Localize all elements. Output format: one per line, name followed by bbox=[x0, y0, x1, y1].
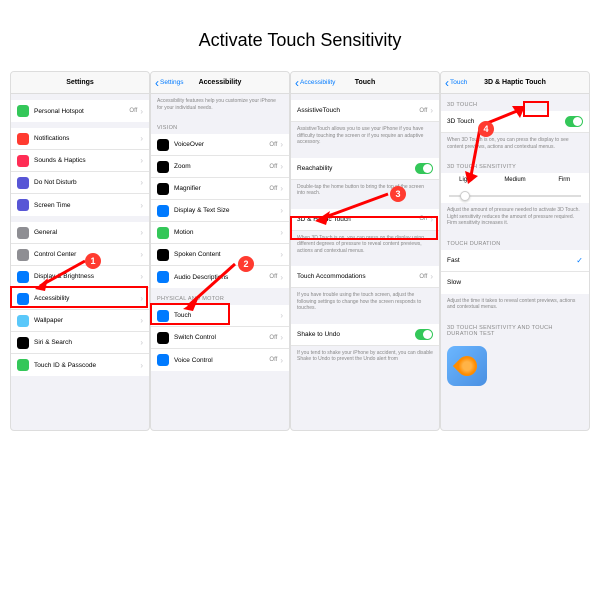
chevron-icon: › bbox=[140, 228, 143, 237]
chevron-icon: › bbox=[430, 106, 433, 115]
accessibility-panel: Settings Accessibility Accessibility fea… bbox=[150, 71, 290, 431]
row-icon bbox=[157, 161, 169, 173]
page-title: Activate Touch Sensitivity bbox=[0, 0, 600, 71]
row-icon bbox=[17, 315, 29, 327]
badge-2: 2 bbox=[238, 256, 254, 272]
chevron-icon: › bbox=[140, 178, 143, 187]
duration-row[interactable]: Fast✓ bbox=[441, 250, 589, 272]
chevron-icon: › bbox=[140, 316, 143, 325]
badge-3: 3 bbox=[390, 186, 406, 202]
chevron-icon: › bbox=[280, 311, 283, 320]
row-icon bbox=[17, 359, 29, 371]
settings-row[interactable]: VoiceOverOff› bbox=[151, 134, 289, 156]
toggle-icon[interactable] bbox=[565, 116, 583, 127]
header-settings: Settings bbox=[11, 72, 149, 94]
chevron-icon: › bbox=[280, 356, 283, 365]
chevron-icon: › bbox=[280, 184, 283, 193]
back-button[interactable]: Accessibility bbox=[295, 76, 335, 90]
row-icon bbox=[157, 139, 169, 151]
toggle-icon[interactable] bbox=[415, 163, 433, 174]
arrow-3 bbox=[310, 191, 390, 226]
row-icon bbox=[17, 133, 29, 145]
chevron-icon: › bbox=[140, 201, 143, 210]
sensitivity-slider[interactable] bbox=[441, 187, 589, 203]
settings-row[interactable]: General› bbox=[11, 222, 149, 244]
settings-row[interactable]: Shake to Undo bbox=[291, 324, 439, 346]
duration-row[interactable]: Slow bbox=[441, 272, 589, 294]
settings-row[interactable]: ZoomOff› bbox=[151, 156, 289, 178]
chevron-icon: › bbox=[140, 134, 143, 143]
back-button[interactable]: Settings bbox=[155, 76, 184, 90]
settings-row[interactable]: Motion› bbox=[151, 222, 289, 244]
chevron-icon: › bbox=[140, 361, 143, 370]
chevron-icon: › bbox=[280, 333, 283, 342]
row-icon bbox=[17, 337, 29, 349]
check-icon: ✓ bbox=[576, 256, 583, 265]
toggle-icon[interactable] bbox=[415, 329, 433, 340]
header-3d-haptic: Touch 3D & Haptic Touch bbox=[441, 72, 589, 94]
chevron-icon: › bbox=[280, 162, 283, 171]
row-icon bbox=[157, 332, 169, 344]
chevron-icon: › bbox=[280, 273, 283, 282]
chevron-icon: › bbox=[280, 250, 283, 259]
row-icon bbox=[17, 271, 29, 283]
touch-panel: Accessibility Touch AssistiveTouchOff›As… bbox=[290, 71, 440, 431]
section-vision: VISION bbox=[151, 117, 289, 134]
chevron-icon: › bbox=[140, 156, 143, 165]
chevron-icon: › bbox=[140, 107, 143, 116]
row-icon bbox=[17, 177, 29, 189]
row-icon bbox=[157, 249, 169, 261]
row-icon bbox=[17, 155, 29, 167]
row-icon bbox=[17, 105, 29, 117]
settings-row[interactable]: Personal HotspotOff› bbox=[11, 100, 149, 122]
settings-row[interactable]: AssistiveTouchOff› bbox=[291, 100, 439, 122]
settings-row[interactable]: Voice ControlOff› bbox=[151, 349, 289, 371]
panels-container: Settings Personal HotspotOff› Notificatio… bbox=[0, 71, 600, 431]
settings-row[interactable]: Display & Text Size› bbox=[151, 200, 289, 222]
settings-row[interactable]: MagnifierOff› bbox=[151, 178, 289, 200]
test-image[interactable] bbox=[447, 346, 487, 386]
row-icon bbox=[157, 354, 169, 366]
row-icon bbox=[157, 271, 169, 283]
row-icon bbox=[157, 205, 169, 217]
header-touch: Accessibility Touch bbox=[291, 72, 439, 94]
settings-row[interactable]: Switch ControlOff› bbox=[151, 327, 289, 349]
chevron-icon: › bbox=[280, 228, 283, 237]
settings-row[interactable]: Reachability bbox=[291, 158, 439, 180]
settings-row[interactable]: Wallpaper› bbox=[11, 310, 149, 332]
badge-1: 1 bbox=[85, 253, 101, 269]
chevron-icon: › bbox=[140, 338, 143, 347]
chevron-icon: › bbox=[140, 250, 143, 259]
row-icon bbox=[157, 183, 169, 195]
settings-row[interactable]: Screen Time› bbox=[11, 194, 149, 216]
settings-row[interactable]: Touch AccommodationsOff› bbox=[291, 266, 439, 288]
accessibility-desc: Accessibility features help you customiz… bbox=[151, 94, 289, 117]
chevron-icon: › bbox=[280, 140, 283, 149]
settings-panel: Settings Personal HotspotOff› Notificatio… bbox=[10, 71, 150, 431]
chevron-icon: › bbox=[140, 272, 143, 281]
row-icon bbox=[17, 199, 29, 211]
header-accessibility: Settings Accessibility bbox=[151, 72, 289, 94]
row-icon bbox=[17, 249, 29, 261]
chevron-icon: › bbox=[280, 206, 283, 215]
arrow-2 bbox=[180, 261, 240, 311]
arrow-1 bbox=[30, 256, 90, 296]
chevron-icon: › bbox=[430, 272, 433, 281]
arrow-4 bbox=[460, 106, 530, 186]
settings-row[interactable]: Do Not Disturb› bbox=[11, 172, 149, 194]
back-button[interactable]: Touch bbox=[445, 76, 467, 90]
settings-row[interactable]: Touch ID & Passcode› bbox=[11, 354, 149, 376]
settings-row[interactable]: Siri & Search› bbox=[11, 332, 149, 354]
row-icon bbox=[17, 227, 29, 239]
badge-4: 4 bbox=[478, 121, 494, 137]
settings-row[interactable]: Notifications› bbox=[11, 128, 149, 150]
row-icon bbox=[157, 227, 169, 239]
settings-row[interactable]: Sounds & Haptics› bbox=[11, 150, 149, 172]
